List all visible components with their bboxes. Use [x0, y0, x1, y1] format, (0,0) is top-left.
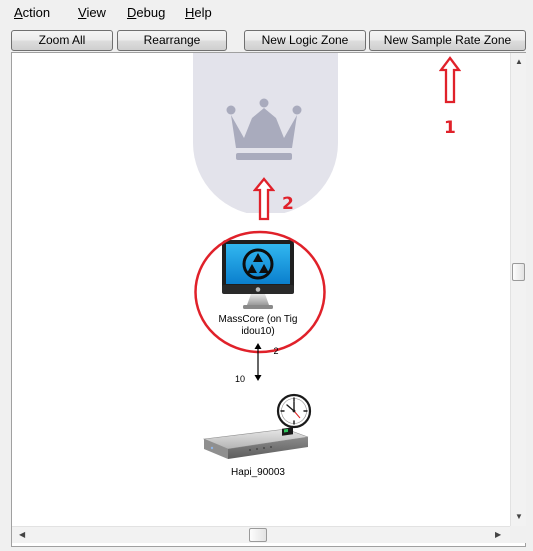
scrollbar-corner	[510, 526, 526, 543]
menu-action[interactable]: Action	[14, 6, 50, 20]
horizontal-scrollbar[interactable]: ◀ ▶	[12, 526, 510, 543]
rearrange-button[interactable]: Rearrange	[117, 30, 227, 51]
annotation-label-2: 2	[282, 194, 294, 214]
zone-canvas[interactable]: MassCore (on Tig idou10) 2 10 Hapi_90003…	[11, 52, 526, 547]
menu-help[interactable]: Help	[185, 6, 212, 20]
zoom-all-button[interactable]: Zoom All	[11, 30, 113, 51]
scroll-down-arrow-icon[interactable]: ▼	[515, 513, 523, 521]
menu-view[interactable]: View	[78, 6, 106, 20]
menu-debug-mnemonic: D	[127, 5, 137, 20]
menu-view-label: iew	[86, 5, 106, 20]
scroll-left-arrow-icon[interactable]: ◀	[19, 531, 25, 539]
scroll-up-arrow-icon[interactable]: ▲	[515, 58, 523, 66]
menu-help-label: elp	[194, 5, 212, 20]
menu-debug-label: ebug	[136, 5, 166, 20]
crown-icon	[226, 98, 302, 160]
menu-debug[interactable]: Debug	[127, 6, 165, 20]
menu-bar: Action View Debug Help	[0, 0, 533, 22]
hapi-label: Hapi_90003	[231, 467, 285, 478]
annotation-label-1: 1	[444, 118, 456, 138]
menu-help-mnemonic: H	[185, 5, 195, 20]
vertical-scroll-thumb[interactable]	[512, 263, 525, 281]
menu-action-mnemonic: A	[14, 5, 23, 20]
toolbar: Zoom All Rearrange New Logic Zone New Sa…	[0, 24, 533, 54]
highlight-circle	[194, 230, 326, 354]
annotation-arrow-2	[253, 177, 275, 221]
connection-port-bottom: 10	[234, 374, 245, 384]
new-sample-rate-zone-button[interactable]: New Sample Rate Zone	[369, 30, 526, 51]
annotation-arrow-1	[439, 56, 461, 104]
connection-port-top: 2	[273, 346, 279, 356]
vertical-scrollbar[interactable]: ▲ ▼	[510, 53, 526, 527]
horizontal-scroll-thumb[interactable]	[249, 528, 267, 542]
new-logic-zone-button[interactable]: New Logic Zone	[244, 30, 366, 51]
connection-line[interactable]	[250, 341, 270, 383]
hapi-device-icon[interactable]	[202, 417, 310, 463]
scroll-right-arrow-icon[interactable]: ▶	[495, 531, 501, 539]
menu-action-label: ction	[22, 5, 51, 20]
